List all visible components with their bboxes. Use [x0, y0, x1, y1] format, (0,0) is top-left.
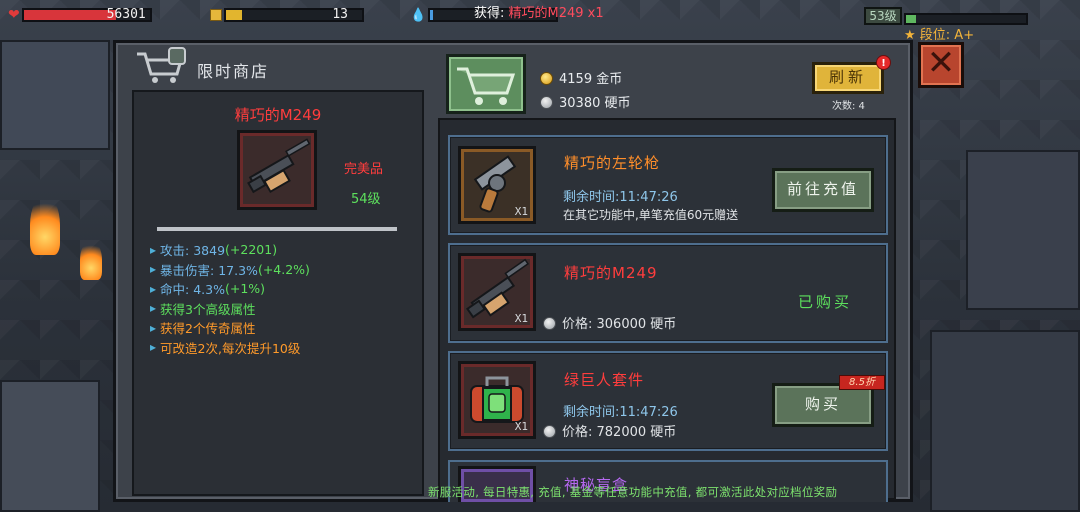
stat-attack: 攻击: 3849 (+2201): [150, 240, 310, 260]
building-block: [930, 330, 1080, 512]
loot-message: 获得: 精巧的M249 x1: [474, 2, 604, 21]
player-level-badge: 53级: [864, 7, 902, 25]
shopping-cart-icon: [457, 67, 516, 105]
event-ticker: 新服活动, 每日特惠, 充值, 基金等任意功能中充值, 都可激活此处对应档位奖励: [428, 485, 838, 499]
building-block: [0, 380, 100, 512]
stat-crit-damage: 暴击伤害: 17.3% (+4.2%): [150, 260, 310, 280]
m249-gun-icon: [247, 138, 311, 194]
item-level: 54级: [351, 192, 381, 207]
building-block: [0, 40, 110, 150]
gold-balance: 4159 金币: [540, 68, 622, 87]
loot-message-prefix: 获得:: [474, 6, 509, 21]
refresh-count: 次数: 4: [832, 101, 865, 112]
silver-coin-icon: [540, 96, 553, 109]
stat-accuracy: 命中: 4.3% (+1%): [150, 279, 310, 299]
silver-coin-icon: [543, 425, 556, 438]
shop-item-icon-frame: X1: [458, 146, 536, 224]
shop-item-title: 绿巨人套件: [564, 371, 645, 389]
shop-item-price: 价格: 306000 硬币: [543, 313, 676, 332]
shop-item-note: 在其它功能中,单笔充值60元赠送: [563, 208, 739, 222]
energy-bar-group: 13: [210, 4, 364, 26]
mana-bar-fill: [430, 10, 433, 20]
energy-icon: [210, 9, 222, 21]
energy-bar-fill: [226, 10, 243, 20]
shop-item-icon-frame: X1: [458, 253, 536, 331]
fire-icon: [30, 195, 60, 255]
shop-item-title: 精巧的左轮枪: [564, 154, 661, 172]
item-detail-frame: [237, 130, 317, 210]
refresh-button[interactable]: 刷新: [812, 62, 884, 94]
detail-divider: [157, 227, 397, 231]
building-block: [966, 150, 1080, 310]
stat-legendary-attributes: 获得2个传奇属性: [150, 318, 310, 338]
shop-item-icon-frame: X1: [458, 361, 536, 439]
refresh-notification-badge: !: [876, 55, 891, 70]
rank-value: 段位: A+: [919, 28, 975, 43]
hp-value: 56301: [106, 7, 146, 22]
shop-item-price: 价格: 782000 硬币: [543, 421, 676, 440]
item-quantity: X1: [514, 205, 528, 218]
item-quantity: X1: [514, 420, 528, 433]
hp-bar-fill: [23, 10, 116, 20]
close-button[interactable]: ✕: [918, 42, 964, 88]
silver-coin-icon: [543, 317, 556, 330]
fire-icon: [80, 240, 102, 280]
energy-value: 13: [332, 7, 348, 22]
coin-balance: 30380 硬币: [540, 92, 631, 111]
shop-title: 限时商店: [197, 62, 270, 81]
shop-item-title: 精巧的M249: [564, 264, 658, 282]
purchased-status: 已购买: [798, 293, 853, 311]
item-quantity: X1: [514, 312, 528, 325]
shop-cart-banner: [446, 54, 526, 114]
item-stats-list: 攻击: 3849 (+2201) 暴击伤害: 17.3% (+4.2%) 命中:…: [150, 240, 310, 357]
heart-icon: ❤: [8, 7, 20, 23]
shop-item-timer: 剩余时间:11:47:26: [563, 405, 678, 420]
xp-bar-fill: [906, 15, 916, 23]
shop-cart-icon: [137, 47, 186, 83]
go-recharge-button[interactable]: 前往充值: [772, 168, 874, 212]
shop-item-timer: 剩余时间:11:47:26: [563, 190, 678, 205]
water-drop-icon: 💧: [410, 7, 427, 23]
stat-advanced-attributes: 获得3个高级属性: [150, 299, 310, 319]
hp-bar-group: ❤ 56301: [8, 4, 152, 26]
gold-coin-icon: [540, 72, 553, 85]
discount-badge: 8.5折: [839, 375, 885, 390]
rank-label: ★ 段位: A+: [904, 24, 974, 43]
stat-modifications: 可改造2次,每次提升10级: [150, 338, 310, 358]
item-detail-name: 精巧的M249: [234, 106, 322, 124]
item-quality: 完美品: [344, 162, 384, 177]
hp-bar: 56301: [21, 7, 152, 22]
energy-bar: 13: [224, 7, 364, 22]
loot-message-item: 精巧的M249 x1: [508, 6, 604, 21]
